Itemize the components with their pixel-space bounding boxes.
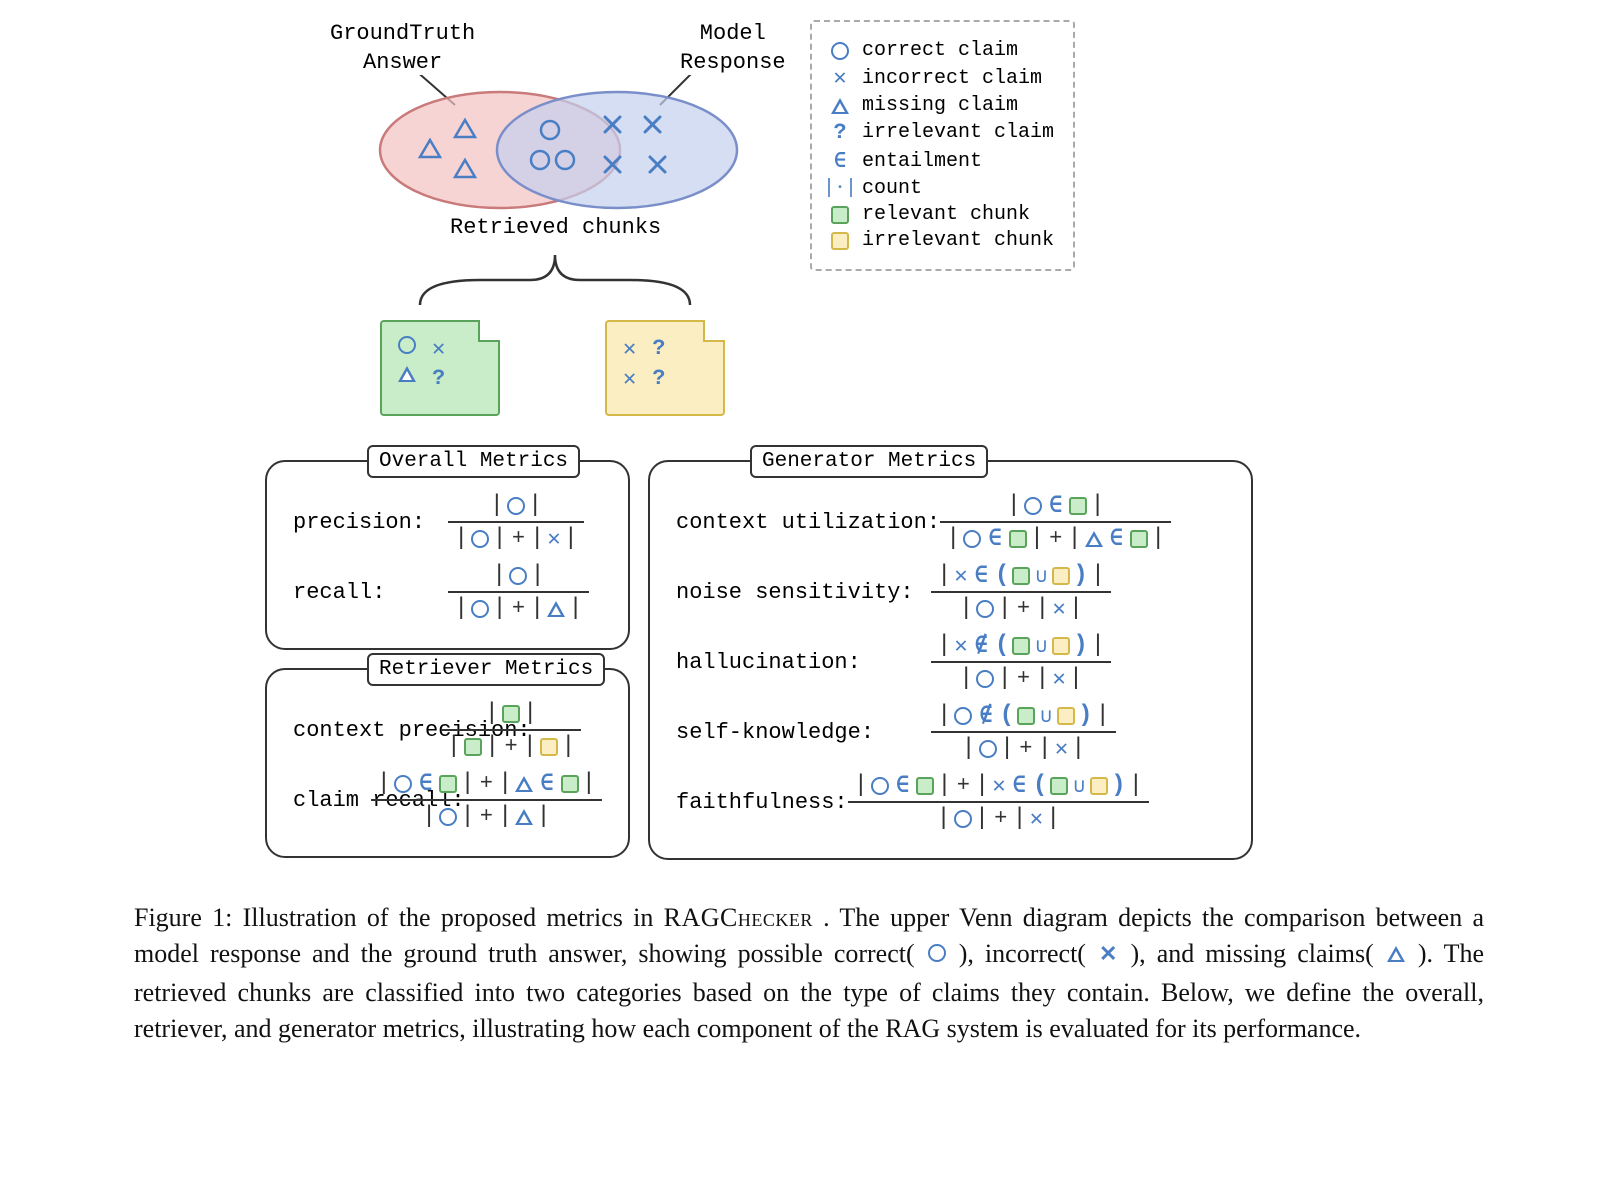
figure-caption: Figure 1: Illustration of the proposed m…: [134, 900, 1484, 1047]
metric-context-utilization: context utilization: |∈| |∈|+|∈|: [676, 490, 1225, 554]
metric-context-precision: context precision: || ||+||: [293, 698, 602, 762]
metric-recall: recall: || ||+||: [293, 560, 602, 624]
metric-noise-sensitivity: noise sensitivity: |✕∈(∪)| ||+|✕|: [676, 560, 1225, 624]
circle-icon: [398, 336, 416, 354]
venn-section: GroundTruth Answer Model Response: [260, 20, 1598, 460]
x-icon: ✕: [623, 336, 636, 362]
legend-item: ?irrelevant claim: [828, 120, 1057, 145]
figure-container: GroundTruth Answer Model Response: [20, 20, 1598, 1047]
brace: [380, 245, 730, 315]
circle-icon: [831, 42, 849, 60]
entailment-icon: ∈: [834, 148, 846, 174]
x-icon: ✕: [432, 336, 445, 362]
triangle-icon: [1387, 946, 1405, 962]
triangle-icon: [831, 98, 849, 114]
x-icon: ✕: [623, 366, 636, 392]
metric-self-knowledge: self-knowledge: |∉(∪)| ||+|✕|: [676, 700, 1225, 764]
legend-item: |•|count: [828, 177, 1057, 200]
x-icon: ✕: [833, 65, 846, 91]
label-retrieved-chunks: Retrieved chunks: [450, 215, 661, 240]
green-square-icon: [831, 206, 849, 224]
box-title: Generator Metrics: [750, 445, 988, 478]
x-icon: ✕: [1099, 939, 1117, 970]
question-icon: ?: [652, 366, 665, 392]
legend: correct claim ✕incorrect claim missing c…: [810, 20, 1075, 271]
relevant-chunk: ✕ ?: [380, 320, 500, 416]
label-model-response: Model Response: [680, 20, 786, 77]
venn-diagram: [360, 75, 760, 225]
legend-item: irrelevant chunk: [828, 229, 1057, 252]
count-icon: |•|: [823, 177, 857, 200]
yellow-square-icon: [831, 232, 849, 250]
box-title: Overall Metrics: [367, 445, 580, 478]
legend-item: relevant chunk: [828, 203, 1057, 226]
metrics-area: Overall Metrics precision: || ||+|✕| rec…: [265, 460, 1598, 860]
metric-hallucination: hallucination: |✕∉(∪)| ||+|✕|: [676, 630, 1225, 694]
legend-item: missing claim: [828, 94, 1057, 117]
metric-precision: precision: || ||+|✕|: [293, 490, 602, 554]
retriever-metrics-box: Retriever Metrics context precision: || …: [265, 668, 630, 858]
circle-icon: [928, 944, 946, 962]
label-groundtruth: GroundTruth Answer: [330, 20, 475, 77]
triangle-icon: [398, 366, 416, 382]
irrelevant-chunk: ✕? ✕?: [605, 320, 725, 416]
question-icon: ?: [652, 336, 665, 362]
legend-item: ∈entailment: [828, 148, 1057, 174]
overall-metrics-box: Overall Metrics precision: || ||+|✕| rec…: [265, 460, 630, 650]
question-icon: ?: [833, 120, 846, 145]
question-icon: ?: [432, 366, 445, 391]
generator-metrics-box: Generator Metrics context utilization: |…: [648, 460, 1253, 860]
legend-item: ✕incorrect claim: [828, 65, 1057, 91]
metric-faithfulness: faithfulness: |∈|+|✕∈(∪)| ||+|✕|: [676, 770, 1225, 834]
legend-item: correct claim: [828, 39, 1057, 62]
metric-claim-recall: claim recall: |∈|+|∈| ||+||: [293, 768, 602, 832]
box-title: Retriever Metrics: [367, 653, 605, 686]
